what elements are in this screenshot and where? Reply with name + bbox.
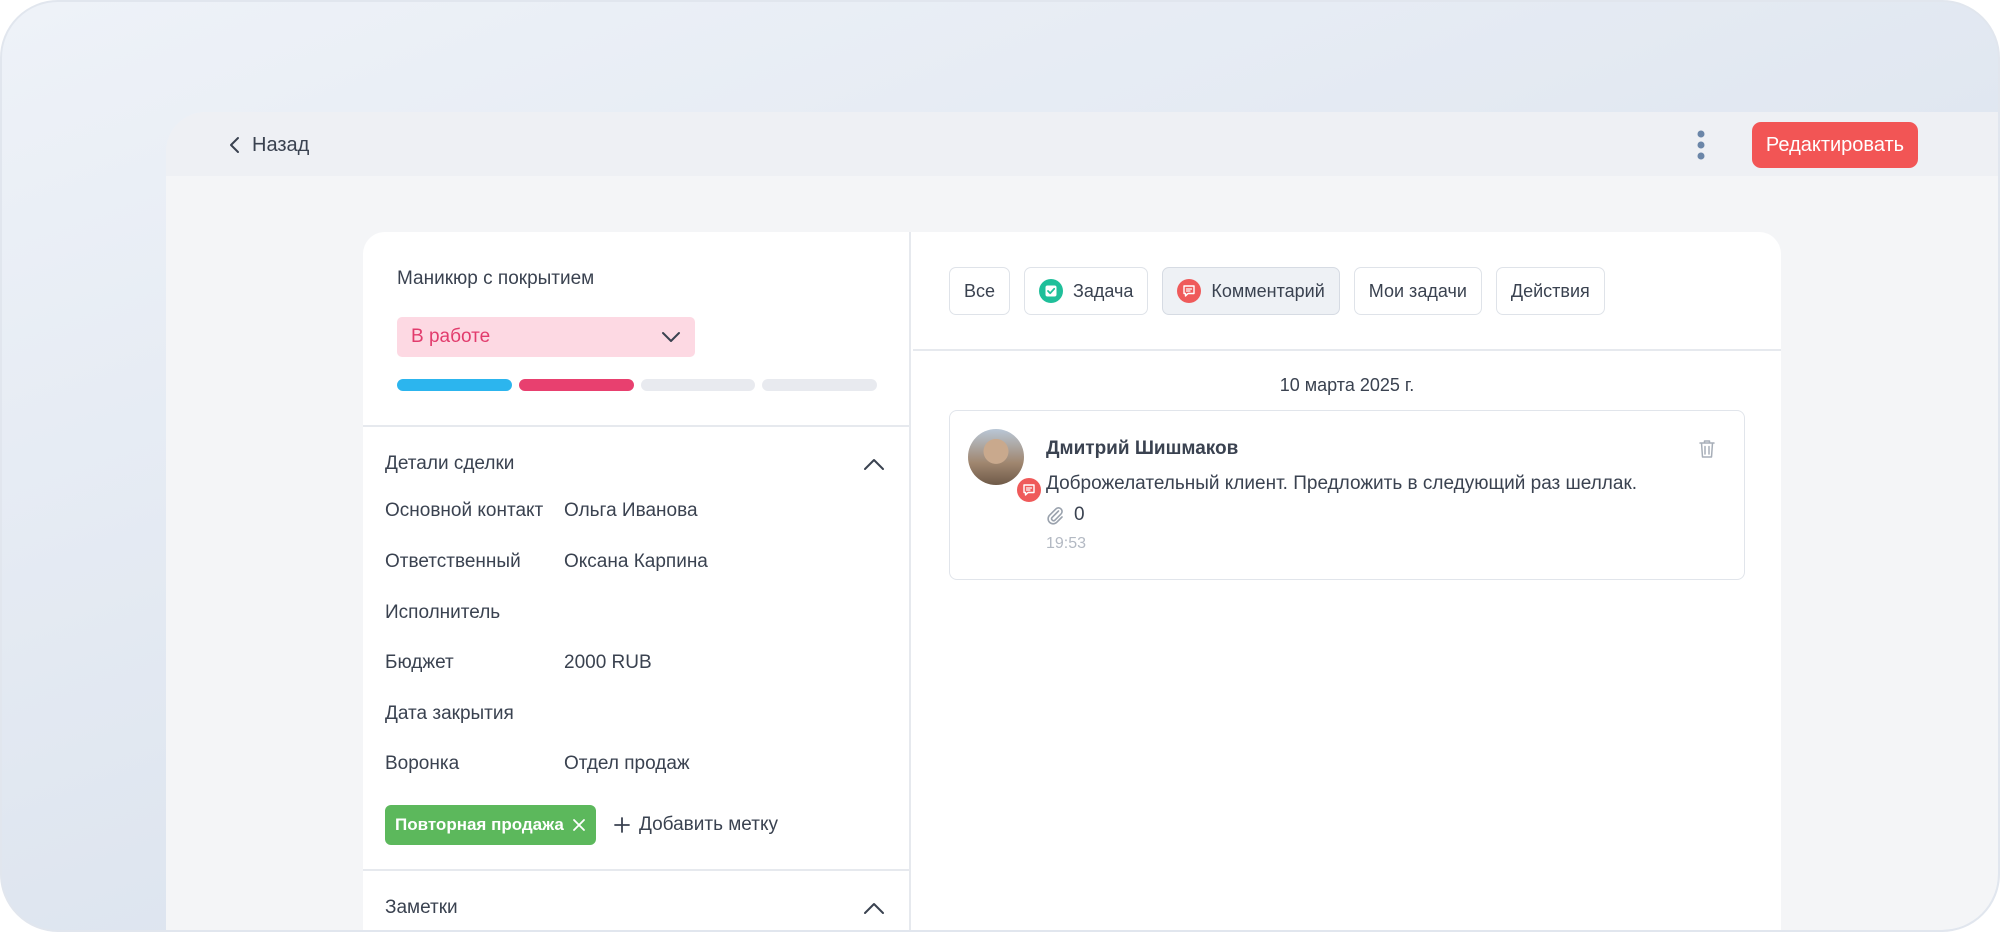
- status-dropdown[interactable]: В работе: [397, 317, 695, 357]
- detail-value[interactable]: 2000 RUB: [564, 652, 652, 674]
- stage-segment: [640, 379, 756, 391]
- stage-segment: [397, 379, 512, 391]
- detail-label: Воронка: [385, 753, 460, 774]
- filter-label: Задача: [1073, 280, 1134, 301]
- divider: [913, 349, 1781, 351]
- filter-all-button[interactable]: Все: [949, 267, 1011, 315]
- divider: [363, 869, 911, 871]
- comment-time: 19:53: [1046, 535, 1087, 552]
- top-bar: Назад Редактировать: [166, 112, 1998, 176]
- attachments-count: 0: [1074, 504, 1085, 525]
- comment-author: Дмитрий Шишмаков: [1046, 438, 1239, 459]
- detail-label: Ответственный: [385, 551, 521, 572]
- notes-section-title: Заметки: [385, 897, 458, 918]
- stage-progress: [397, 379, 877, 391]
- plus-icon: [614, 817, 630, 833]
- filter-label: Комментарий: [1211, 280, 1325, 301]
- tag-chip: Повторная продажа: [385, 805, 596, 845]
- attachments-button[interactable]: 0: [1046, 504, 1085, 526]
- filter-actions-button[interactable]: Действия: [1495, 267, 1605, 315]
- feed-panel: Все Задача Комментарий Мои задачи Действ…: [913, 232, 1781, 930]
- paperclip-icon: [1047, 507, 1063, 525]
- detail-value[interactable]: Оксана Карпина: [564, 551, 708, 573]
- deal-title: Маникюр с покрытием: [397, 268, 595, 289]
- detail-label: Основной контакт: [385, 500, 544, 521]
- add-tag-label: Добавить метку: [639, 814, 778, 835]
- filter-comment-button[interactable]: Комментарий: [1162, 267, 1340, 315]
- delete-comment-button[interactable]: [1698, 439, 1716, 464]
- filter-label: Все: [964, 280, 996, 301]
- detail-label: Дата закрытия: [385, 703, 514, 724]
- more-menu-button[interactable]: [1686, 126, 1716, 164]
- chevron-up-icon: [864, 459, 884, 470]
- trash-icon: [1699, 440, 1715, 458]
- deal-panel: Маникюр с покрытием В работе Детали сдел…: [363, 232, 911, 930]
- screen-frame: Назад Редактировать Маникюр с покрытием …: [0, 0, 2000, 932]
- stage-segment: [762, 379, 877, 391]
- comment-text: Доброжелательный клиент. Предложить в сл…: [1046, 473, 1638, 494]
- status-value: В работе: [411, 326, 491, 347]
- comment-card: Дмитрий Шишмаков Доброжелательный клиент…: [949, 410, 1745, 580]
- tag-label: Повторная продажа: [395, 815, 564, 834]
- details-section-title: Детали сделки: [385, 453, 515, 474]
- chevron-up-icon: [864, 903, 884, 914]
- feed-date: 10 марта 2025 г.: [1279, 375, 1415, 395]
- filter-label: Действия: [1510, 280, 1590, 301]
- filter-my-tasks-button[interactable]: Мои задачи: [1353, 267, 1482, 315]
- kebab-icon: [1697, 130, 1705, 160]
- comment-icon: [1177, 279, 1202, 303]
- divider: [363, 425, 911, 427]
- edit-button[interactable]: Редактировать: [1752, 122, 1918, 168]
- detail-value[interactable]: Ольга Иванова: [564, 500, 698, 522]
- filter-task-button[interactable]: Задача: [1024, 267, 1149, 315]
- remove-tag-button[interactable]: [572, 818, 586, 832]
- deal-card: Маникюр с покрытием В работе Детали сдел…: [363, 232, 1781, 930]
- close-icon: [572, 819, 585, 831]
- task-check-icon: [1039, 279, 1064, 303]
- comment-badge-icon: [1014, 475, 1044, 505]
- detail-label: Исполнитель: [385, 602, 501, 623]
- back-button[interactable]: Назад: [228, 130, 309, 160]
- filter-label: Мои задачи: [1368, 280, 1467, 301]
- back-label: Назад: [252, 133, 310, 156]
- chevron-down-icon: [662, 332, 680, 342]
- add-tag-button[interactable]: Добавить метку: [613, 810, 778, 840]
- detail-value[interactable]: Отдел продаж: [564, 753, 690, 775]
- feed-filters: Все Задача Комментарий Мои задачи Действ…: [949, 267, 1605, 315]
- detail-label: Бюджет: [385, 652, 454, 673]
- details-section-header[interactable]: Детали сделки: [385, 449, 885, 479]
- app-window: Назад Редактировать Маникюр с покрытием …: [166, 112, 1998, 930]
- chevron-left-icon: [230, 137, 239, 153]
- stage-segment: [518, 379, 634, 391]
- avatar: [968, 429, 1044, 505]
- notes-section-header[interactable]: Заметки: [385, 893, 885, 923]
